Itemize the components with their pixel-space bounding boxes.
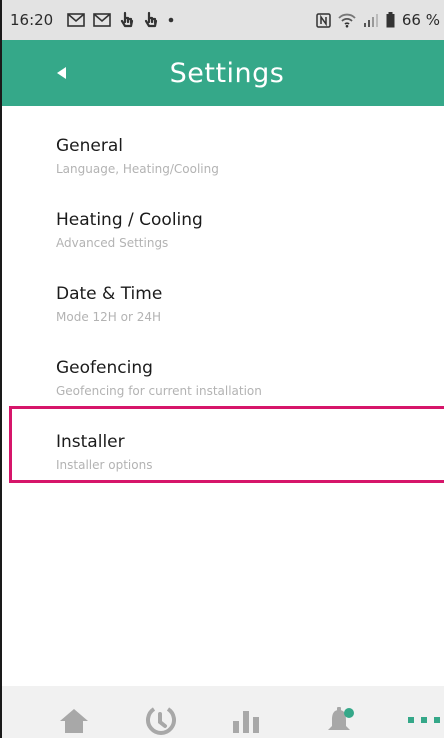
dot-icon [167, 16, 175, 24]
settings-item-subtitle: Language, Heating/Cooling [56, 162, 219, 176]
app-header: Settings [0, 40, 444, 106]
settings-item-title: Installer [56, 432, 125, 452]
settings-item-subtitle: Geofencing for current installation [56, 384, 262, 398]
nfc-icon [316, 12, 331, 28]
battery-icon [386, 12, 395, 28]
settings-item-general[interactable]: General Language, Heating/Cooling [0, 106, 444, 176]
signal-icon [363, 13, 379, 28]
gmail-icon [67, 13, 86, 27]
touch-icon [119, 11, 135, 29]
nav-home[interactable] [54, 702, 94, 738]
settings-item-subtitle: Advanced Settings [56, 236, 169, 250]
stats-icon [233, 711, 259, 733]
back-arrow-icon [57, 67, 66, 79]
settings-item-date-time[interactable]: Date & Time Mode 12H or 24H [0, 254, 444, 324]
settings-item-heating-cooling[interactable]: Heating / Cooling Advanced Settings [0, 180, 444, 250]
bottom-nav [0, 686, 444, 738]
nav-stats[interactable] [226, 702, 266, 738]
page-title: Settings [169, 57, 285, 89]
home-icon [60, 709, 88, 733]
settings-item-title: Date & Time [56, 284, 163, 304]
screen-edge [0, 0, 2, 738]
settings-item-title: General [56, 136, 123, 156]
gmail-icon [93, 13, 112, 27]
status-time: 16:20 [10, 11, 54, 29]
touch-icon [143, 11, 159, 29]
notifications-icon [328, 707, 354, 730]
more-icon [408, 717, 440, 723]
battery-percentage: 66 % [401, 11, 440, 29]
wifi-icon [338, 13, 356, 28]
settings-item-geofencing[interactable]: Geofencing Geofencing for current instal… [0, 328, 444, 398]
status-bar: 16:20 66 % [0, 0, 444, 40]
back-button[interactable] [44, 60, 80, 86]
schedule-icon [146, 707, 176, 735]
nav-more[interactable] [404, 702, 444, 738]
status-left-group: 16:20 [10, 11, 175, 29]
nav-schedule[interactable] [140, 702, 180, 738]
settings-item-title: Geofencing [56, 358, 153, 378]
nav-notifications[interactable] [320, 702, 360, 738]
settings-item-subtitle: Installer options [56, 458, 153, 472]
settings-item-subtitle: Mode 12H or 24H [56, 310, 161, 324]
status-right-group: 66 % [316, 11, 440, 29]
settings-item-title: Heating / Cooling [56, 210, 203, 230]
settings-item-installer[interactable]: Installer Installer options [0, 402, 444, 472]
settings-screen: 16:20 66 % Settings General Language, He… [0, 0, 444, 738]
